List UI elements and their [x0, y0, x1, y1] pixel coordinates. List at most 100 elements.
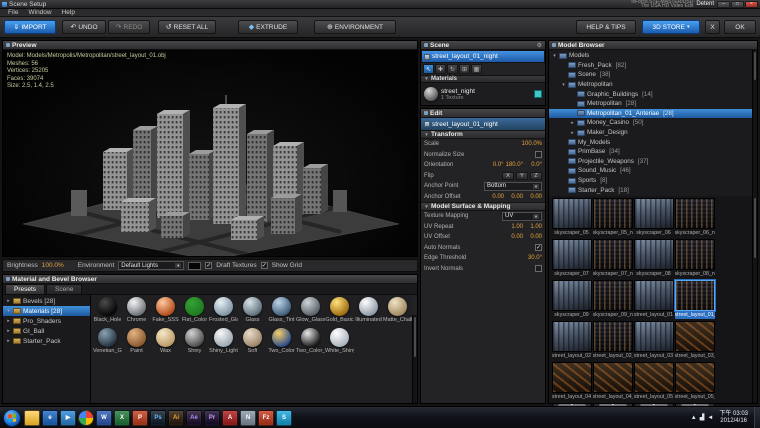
- explorer-icon[interactable]: [24, 410, 40, 426]
- extrude-button[interactable]: ◆ EXTRUDE: [238, 20, 298, 34]
- model-tree-item[interactable]: Starter_Pack [18]: [549, 185, 752, 195]
- model-thumbnail[interactable]: street_layout_05: [634, 362, 674, 402]
- model-tree-item[interactable]: My_Models: [549, 137, 752, 147]
- material-tree-item[interactable]: ▾ Materials [28]: [3, 306, 90, 316]
- taskbar-clock[interactable]: 下午 03:03 2012/4/16: [716, 411, 751, 425]
- scale-tool-icon[interactable]: ⊞: [459, 64, 470, 74]
- environment-button[interactable]: ⊕ ENVIRONMENT: [314, 20, 396, 34]
- uv-repeat-v-value[interactable]: 1.00: [525, 224, 542, 230]
- orientation-z-value[interactable]: 0.0°: [525, 162, 542, 168]
- flip-y-button[interactable]: Y: [516, 172, 528, 180]
- notepad-icon[interactable]: N: [240, 410, 256, 426]
- model-thumbnail[interactable]: street_layout_02: [552, 321, 592, 361]
- ie-icon[interactable]: e: [42, 410, 58, 426]
- scene-material-item[interactable]: street_night 1 Texture: [421, 83, 545, 105]
- redo-button[interactable]: ↷ REDO: [108, 20, 150, 34]
- normalize-size-checkbox[interactable]: [535, 151, 542, 158]
- brightness-value[interactable]: 100.0%: [42, 262, 64, 269]
- uv-offset-v-value[interactable]: 0.00: [525, 234, 542, 240]
- model-thumbnail[interactable]: street_layout_02_night: [593, 321, 633, 361]
- model-thumbnail[interactable]: skyscraper_09: [552, 280, 592, 320]
- model-tree-item[interactable]: ▸ Maker_Design: [549, 128, 752, 138]
- material-preset[interactable]: Glow_Glass: [296, 297, 325, 328]
- rotate-tool-icon[interactable]: ↻: [447, 64, 458, 74]
- model-tree-item[interactable]: Metropolitan [28]: [549, 99, 752, 109]
- expander-icon[interactable]: ▸: [570, 130, 575, 136]
- uv-repeat-u-value[interactable]: 1.00: [506, 224, 523, 230]
- close-button[interactable]: ×: [745, 1, 758, 8]
- edit-selected-object[interactable]: street_layout_01_night: [421, 118, 545, 130]
- model-tree-item[interactable]: ▸ Money_Casino [50]: [549, 118, 752, 128]
- texture-mapping-dropdown[interactable]: UV ▼: [502, 212, 542, 221]
- model-tree-item[interactable]: Graphic_Buildings [14]: [549, 89, 752, 99]
- model-tree-item[interactable]: Metropolitan_01_Anteriae [28]: [549, 109, 752, 119]
- texture-swatch[interactable]: [534, 90, 542, 98]
- material-preset[interactable]: Black_Hole: [93, 297, 122, 328]
- photoshop-icon[interactable]: Ps: [150, 410, 166, 426]
- network-status-icon[interactable]: ▟: [700, 414, 705, 421]
- tab[interactable]: Scene: [46, 284, 82, 294]
- model-thumbnail[interactable]: skyscraper_07: [552, 239, 592, 279]
- show-desktop-button[interactable]: [754, 407, 760, 428]
- material-preset[interactable]: Matte_Chalk: [383, 297, 412, 328]
- anchor-offset-x-value[interactable]: 0.00: [487, 194, 504, 200]
- model-thumbnail[interactable]: skyscraper_07_night: [593, 239, 633, 279]
- model-tree-scrollbar[interactable]: [752, 50, 757, 196]
- material-preset[interactable]: Venetian_Glass: [93, 328, 122, 359]
- anchor-point-dropdown[interactable]: Bottom ▼: [484, 182, 542, 191]
- orientation-y-value[interactable]: 180.0°: [506, 162, 523, 168]
- material-preset[interactable]: Paint: [122, 328, 151, 359]
- model-thumbnail[interactable]: skyscraper_08_night: [675, 239, 715, 279]
- model-thumbnail[interactable]: street_layout_01: [634, 280, 674, 320]
- tray-overflow-icon[interactable]: ▲: [691, 415, 697, 421]
- material-preset[interactable]: White_Shiny: [325, 328, 354, 359]
- model-tree-item[interactable]: Fresh_Pack [82]: [549, 61, 752, 71]
- store-button[interactable]: 3D STORE ▾: [642, 20, 700, 34]
- chrome-icon[interactable]: [78, 410, 94, 426]
- show-grid-checkbox[interactable]: [261, 262, 268, 269]
- material-preset[interactable]: Two_Color: [267, 328, 296, 359]
- anchor-offset-y-value[interactable]: 0.00: [506, 194, 523, 200]
- orientation-x-value[interactable]: 0.0°: [487, 162, 504, 168]
- model-thumbnail[interactable]: street_layout_03_night: [675, 321, 715, 361]
- ok-button[interactable]: OK: [724, 20, 756, 34]
- uv-offset-u-value[interactable]: 0.00: [506, 234, 523, 240]
- undo-button[interactable]: ↶ UNDO: [62, 20, 106, 34]
- acrobat-icon[interactable]: A: [222, 410, 238, 426]
- flip-x-button[interactable]: X: [502, 172, 514, 180]
- material-preset[interactable]: Gold_Basic: [325, 297, 354, 328]
- move-tool-icon[interactable]: ✚: [435, 64, 446, 74]
- material-preset[interactable]: Flat_Color: [180, 297, 209, 328]
- lights-dropdown[interactable]: Default Lights ▼: [118, 261, 184, 270]
- scale-value[interactable]: 100.0%: [522, 141, 542, 147]
- material-preset[interactable]: Two_Color_BW: [296, 328, 325, 359]
- material-tree-item[interactable]: ▸ Starter_Pack: [3, 336, 90, 346]
- material-preset[interactable]: Fake_SSS: [151, 297, 180, 328]
- model-tree-item[interactable]: PrimBase [34]: [549, 147, 752, 157]
- help-tips-button[interactable]: HELP & TIPS: [576, 20, 636, 34]
- material-preset[interactable]: Shiny_Light: [209, 328, 238, 359]
- transform-section-header[interactable]: ▾ Transform: [421, 130, 545, 139]
- background-color-swatch[interactable]: [188, 262, 201, 270]
- draft-textures-checkbox[interactable]: [205, 262, 212, 269]
- viewport-3d-scene[interactable]: Model: Models/Metropolis/Metropolitan/st…: [3, 50, 417, 256]
- after-effects-icon[interactable]: Ae: [186, 410, 202, 426]
- invert-normals-checkbox[interactable]: [535, 265, 542, 272]
- gear-icon[interactable]: ⚙: [537, 42, 542, 49]
- menu-item[interactable]: Window: [23, 9, 56, 16]
- model-tree-item[interactable]: Projectile_Weapons [37]: [549, 157, 752, 167]
- model-thumbnail[interactable]: street_layout_04_night: [593, 362, 633, 402]
- tab[interactable]: Presets: [5, 284, 45, 294]
- select-tool-icon[interactable]: ↖: [423, 64, 434, 74]
- model-thumbnail[interactable]: skyscraper_09_night: [593, 280, 633, 320]
- skype-icon[interactable]: S: [276, 410, 292, 426]
- material-preset[interactable]: Shiny: [180, 328, 209, 359]
- model-tree-item[interactable]: ▾ Metropolitan: [549, 80, 752, 90]
- media-player-icon[interactable]: ▶: [60, 410, 76, 426]
- materials-section-header[interactable]: ▾ Materials: [421, 75, 545, 83]
- anchor-offset-z-value[interactable]: 0.00: [525, 194, 542, 200]
- expander-icon[interactable]: ▸: [570, 120, 575, 126]
- edge-threshold-value[interactable]: 30.0°: [525, 255, 542, 261]
- model-thumbnail[interactable]: street_layout_05_night: [675, 362, 715, 402]
- excel-icon[interactable]: X: [114, 410, 130, 426]
